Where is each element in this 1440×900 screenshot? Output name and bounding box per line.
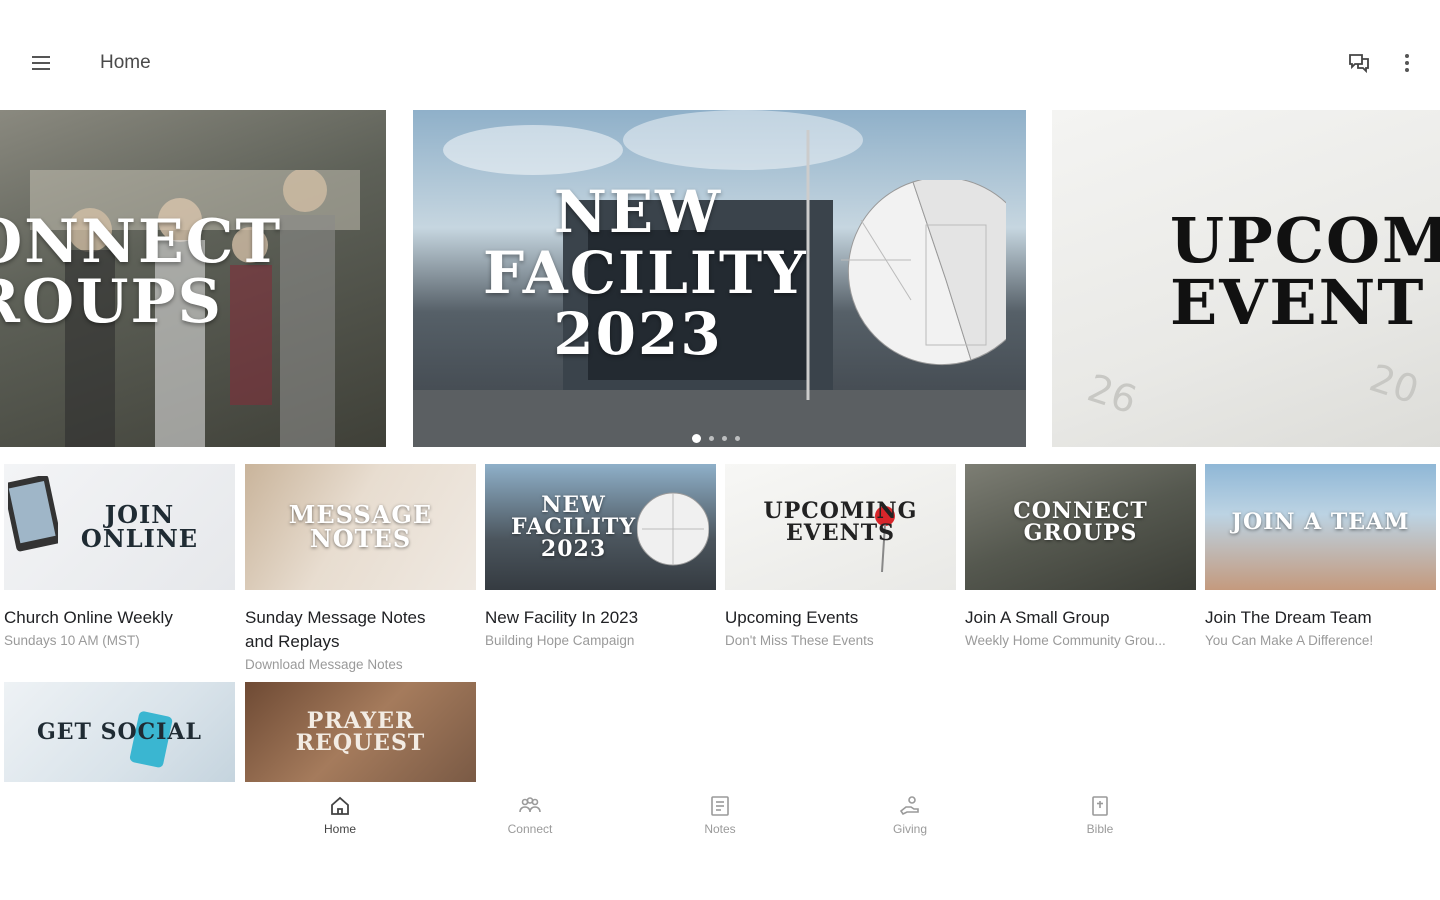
giving-hand-icon (899, 796, 919, 816)
card-church-online[interactable]: JOIN ONLINE Church Online Weekly Sundays… (4, 464, 235, 652)
thumbnail-title: PRAYER REQUEST (295, 708, 426, 756)
card-upcoming-events[interactable]: UPCOMING EVENTS Upcoming Events Don't Mi… (725, 464, 956, 652)
hero-carousel[interactable]: ONNECT ROUPS NEW FACILITY 2023 26 (0, 110, 1440, 460)
nav-label: Giving (892, 822, 927, 836)
hero-slide-new-facility[interactable]: NEW FACILITY 2023 (413, 110, 1026, 447)
hero-slide-title: ONNECT ROUPS (0, 207, 283, 337)
bottom-navigation: Home Connect Notes Giving Bible (0, 786, 1440, 850)
card-subtitle: Building Hope Campaign (485, 633, 635, 648)
thumbnail-title: CONNECT GROUPS (1013, 498, 1148, 546)
card-subtitle: Weekly Home Community Grou... (965, 633, 1166, 648)
carousel-dot[interactable] (709, 436, 714, 441)
app-root: Home ONNECT ROUPS (0, 0, 1440, 900)
card-thumbnail: UPCOMING EVENTS (725, 464, 956, 590)
card-thumbnail: MESSAGE NOTES (245, 464, 476, 590)
card-title: Church Online Weekly (4, 608, 173, 627)
thumbnail-title: NEW FACILITY 2023 (511, 492, 637, 562)
calendar-number: 26 (1082, 365, 1142, 423)
card-message-notes[interactable]: MESSAGE NOTES Sunday Message Notes and R… (245, 464, 476, 676)
nav-home[interactable]: Home (300, 794, 380, 836)
carousel-indicator (692, 434, 740, 443)
card-subtitle: Don't Miss These Events (725, 633, 874, 648)
card-title: Sunday Message Notes and Replays (245, 608, 426, 651)
notes-icon (711, 796, 729, 816)
people-icon (519, 797, 541, 813)
card-subtitle: Download Message Notes (245, 657, 403, 672)
chat-bubbles-icon[interactable] (1340, 44, 1378, 82)
nav-connect[interactable]: Connect (490, 794, 570, 836)
card-thumbnail: PRAYER REQUEST (245, 682, 476, 782)
card-thumbnail: JOIN A TEAM (1205, 464, 1436, 590)
hero-slide-upcoming-events[interactable]: 26 20 UPCOMI EVENT (1052, 110, 1440, 447)
card-thumbnail: NEW FACILITY 2023 (485, 464, 716, 590)
bible-icon (1092, 796, 1108, 816)
card-get-social[interactable]: GET SOCIAL (4, 682, 235, 782)
card-title: Join A Small Group (965, 608, 1110, 627)
card-title: Join The Dream Team (1205, 608, 1372, 627)
thumbnail-title: MESSAGE NOTES (288, 500, 433, 553)
thumbnail-title: GET SOCIAL (37, 719, 202, 745)
thumbnail-title: UPCOMING EVENTS (763, 498, 918, 546)
hero-slide-connect-groups[interactable]: ONNECT ROUPS (0, 110, 386, 447)
carousel-dot[interactable] (722, 436, 727, 441)
card-thumbnail: JOIN ONLINE (4, 464, 235, 590)
nav-label: Connect (507, 822, 553, 836)
thumbnail-title: JOIN ONLINE (80, 500, 199, 553)
carousel-dot[interactable] (692, 434, 701, 443)
more-vertical-icon[interactable] (1388, 44, 1426, 82)
hamburger-menu-icon[interactable] (22, 44, 60, 82)
nav-label: Notes (704, 822, 736, 836)
card-title: Upcoming Events (725, 608, 859, 627)
nav-label: Bible (1086, 822, 1114, 836)
card-dream-team[interactable]: JOIN A TEAM Join The Dream Team You Can … (1205, 464, 1436, 652)
card-thumbnail: CONNECT GROUPS (965, 464, 1196, 590)
card-thumbnail: GET SOCIAL (4, 682, 235, 782)
card-subtitle: Sundays 10 AM (MST) (4, 633, 140, 648)
hero-slide-title: NEW FACILITY 2023 (483, 178, 808, 368)
page-title: Home (100, 52, 151, 73)
home-icon (331, 796, 349, 815)
nav-label: Home (323, 822, 356, 836)
card-prayer-request[interactable]: PRAYER REQUEST (245, 682, 476, 782)
thumbnail-title: JOIN A TEAM (1231, 509, 1410, 535)
top-app-bar: Home (0, 0, 1440, 110)
calendar-number: 20 (1364, 355, 1424, 413)
carousel-dot[interactable] (735, 436, 740, 441)
nav-giving[interactable]: Giving (870, 794, 950, 836)
hero-slide-title: UPCOMI EVENT (1170, 204, 1440, 339)
card-subtitle: You Can Make A Difference! (1205, 633, 1374, 648)
card-title: New Facility In 2023 (485, 608, 639, 627)
floor-plan-graphic (841, 180, 1006, 366)
card-small-group[interactable]: CONNECT GROUPS Join A Small Group Weekly… (965, 464, 1196, 652)
nav-notes[interactable]: Notes (680, 794, 760, 836)
card-new-facility[interactable]: NEW FACILITY 2023 New Facility In 2023 B… (485, 464, 716, 652)
nav-bible[interactable]: Bible (1060, 794, 1140, 836)
